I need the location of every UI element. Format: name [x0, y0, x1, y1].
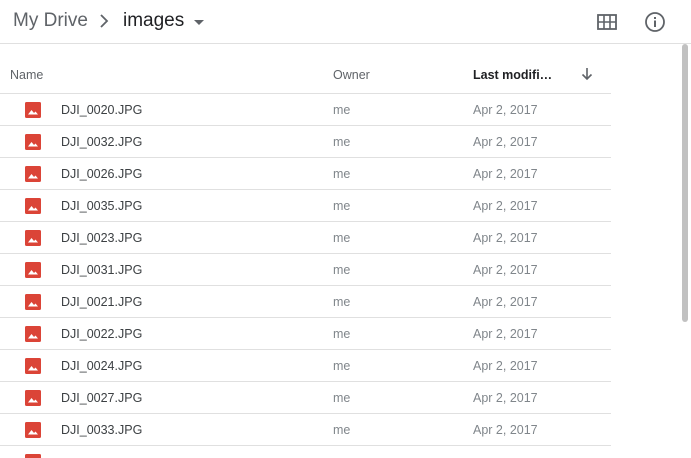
file-row-partial[interactable] — [0, 446, 611, 458]
file-last-modified: Apr 2, 2017 — [473, 103, 538, 117]
file-name: DJI_0020.JPG — [61, 103, 143, 117]
image-file-icon — [25, 358, 41, 374]
image-file-icon — [25, 102, 41, 118]
file-name: DJI_0033.JPG — [61, 423, 143, 437]
file-owner: me — [333, 359, 351, 373]
file-owner: me — [333, 263, 351, 277]
info-icon — [645, 12, 665, 32]
image-file-icon — [25, 134, 41, 150]
file-name: DJI_0035.JPG — [61, 199, 143, 213]
file-last-modified: Apr 2, 2017 — [473, 295, 538, 309]
image-file-icon — [25, 294, 41, 310]
image-file-icon — [25, 454, 41, 458]
breadcrumb-my-drive[interactable]: My Drive — [13, 9, 88, 33]
image-file-icon — [25, 262, 41, 278]
file-last-modified: Apr 2, 2017 — [473, 327, 538, 341]
grid-view-button[interactable] — [593, 8, 621, 36]
file-row[interactable]: DJI_0027.JPG me Apr 2, 2017 — [0, 382, 611, 414]
file-last-modified: Apr 2, 2017 — [473, 135, 538, 149]
details-info-button[interactable] — [641, 8, 669, 36]
file-name: DJI_0032.JPG — [61, 135, 143, 149]
file-owner: me — [333, 199, 351, 213]
file-row[interactable]: DJI_0026.JPG me Apr 2, 2017 — [0, 158, 611, 190]
arrow-down-icon[interactable] — [580, 66, 594, 82]
file-row[interactable]: DJI_0020.JPG me Apr 2, 2017 — [0, 94, 611, 126]
file-last-modified: Apr 2, 2017 — [473, 231, 538, 245]
scrollbar-thumb[interactable] — [682, 44, 688, 322]
file-list: Name Owner Last modifi… DJI_0020.JPG me Ap… — [0, 56, 611, 458]
file-last-modified: Apr 2, 2017 — [473, 423, 538, 437]
file-name: DJI_0023.JPG — [61, 231, 143, 245]
file-row[interactable]: DJI_0033.JPG me Apr 2, 2017 — [0, 414, 611, 446]
image-file-icon — [25, 166, 41, 182]
image-file-icon — [25, 230, 41, 246]
current-folder-label: images — [123, 10, 185, 31]
file-owner: me — [333, 391, 351, 405]
caret-down-icon — [194, 19, 205, 25]
file-row[interactable]: DJI_0031.JPG me Apr 2, 2017 — [0, 254, 611, 286]
file-last-modified: Apr 2, 2017 — [473, 199, 538, 213]
file-row[interactable]: DJI_0023.JPG me Apr 2, 2017 — [0, 222, 611, 254]
file-row[interactable]: DJI_0021.JPG me Apr 2, 2017 — [0, 286, 611, 318]
toolbar-header: My Drive images — [0, 0, 691, 44]
grid-view-icon — [597, 14, 617, 30]
vertical-scrollbar[interactable] — [680, 44, 691, 458]
file-owner: me — [333, 327, 351, 341]
chevron-right-icon — [100, 14, 109, 28]
file-owner: me — [333, 103, 351, 117]
file-owner: me — [333, 167, 351, 181]
file-rows: DJI_0020.JPG me Apr 2, 2017 DJI_0032.JPG me A… — [0, 94, 611, 446]
file-row[interactable]: DJI_0032.JPG me Apr 2, 2017 — [0, 126, 611, 158]
file-row[interactable]: DJI_0035.JPG me Apr 2, 2017 — [0, 190, 611, 222]
file-owner: me — [333, 295, 351, 309]
file-owner: me — [333, 231, 351, 245]
file-name: DJI_0027.JPG — [61, 391, 143, 405]
column-header-last-modified[interactable]: Last modifi… — [473, 68, 553, 82]
file-last-modified: Apr 2, 2017 — [473, 167, 538, 181]
file-name: DJI_0031.JPG — [61, 263, 143, 277]
column-header-row: Name Owner Last modifi… — [0, 56, 611, 94]
file-name: DJI_0024.JPG — [61, 359, 143, 373]
column-header-owner[interactable]: Owner — [333, 68, 370, 82]
image-file-icon — [25, 422, 41, 438]
file-last-modified: Apr 2, 2017 — [473, 263, 538, 277]
file-last-modified: Apr 2, 2017 — [473, 359, 538, 373]
file-owner: me — [333, 423, 351, 437]
file-name: DJI_0026.JPG — [61, 167, 143, 181]
file-last-modified: Apr 2, 2017 — [473, 391, 538, 405]
image-file-icon — [25, 198, 41, 214]
file-name: DJI_0021.JPG — [61, 295, 143, 309]
file-row[interactable]: DJI_0024.JPG me Apr 2, 2017 — [0, 350, 611, 382]
breadcrumb-current-folder[interactable]: images — [123, 9, 205, 33]
column-header-name[interactable]: Name — [10, 68, 43, 82]
image-file-icon — [25, 326, 41, 342]
file-row[interactable]: DJI_0022.JPG me Apr 2, 2017 — [0, 318, 611, 350]
file-owner: me — [333, 135, 351, 149]
image-file-icon — [25, 390, 41, 406]
drive-file-browser: My Drive images Name Owner Last modifi… … — [0, 0, 691, 458]
file-name: DJI_0022.JPG — [61, 327, 143, 341]
